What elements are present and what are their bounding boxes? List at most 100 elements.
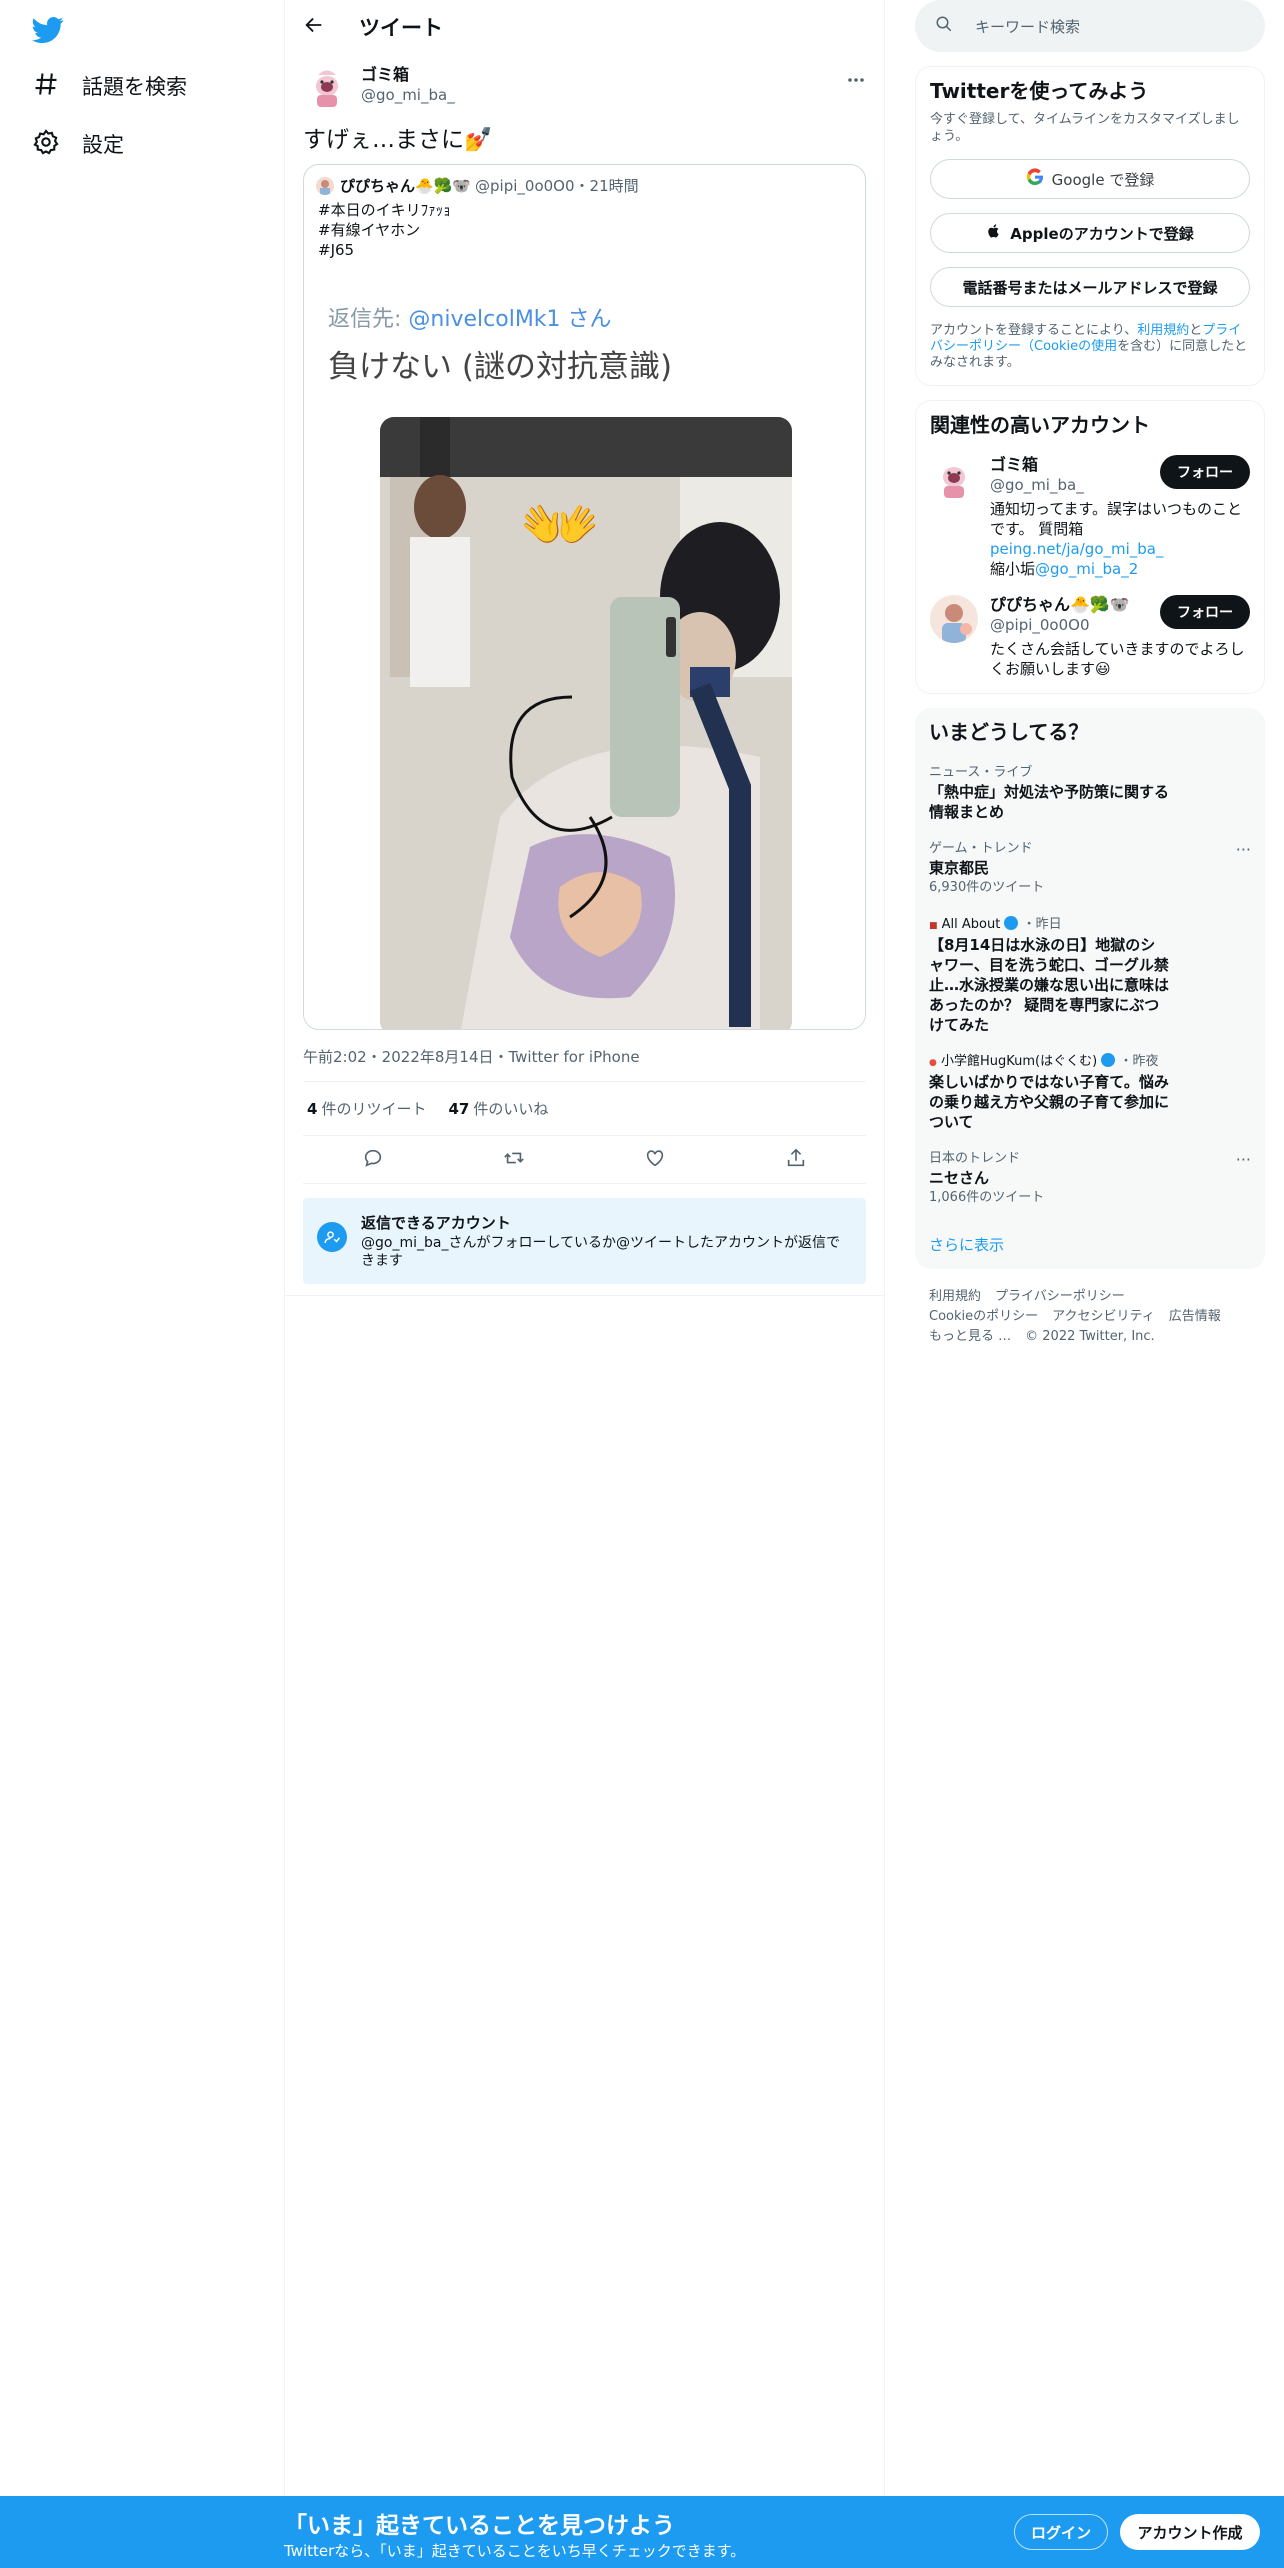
quoted-tweet[interactable]: ぴぴちゃん🐣🥦🐨 @pipi_0o0O0 ・ 21時間 #本日のイキリﾌｧｯｮ … [303,164,866,1030]
trend-count: 6,930件のツイート [929,880,1045,895]
footer-link[interactable]: アクセシビリティ [1052,1309,1155,1324]
mention-icon [317,1222,347,1252]
tweet-actions [303,1136,866,1184]
bottom-signup-bar: 「いま」起きていることを見つけよう Twitterなら、「いま」起きていることを… [0,2496,1284,2568]
footer-links: 利用規約 プライバシーポリシー Cookieのポリシー アクセシビリティ 広告情報 も… [915,1287,1265,1347]
quote-line: #J65 [318,241,355,259]
account-item[interactable]: ゴミ箱 @go_mi_ba_ 通知切ってます。誤字はいつものことです。 質問箱p… [930,455,1250,579]
like-icon[interactable] [644,1147,666,1173]
quote-author-name: ぴぴちゃん🐣🥦🐨 [340,177,472,195]
google-signup-button[interactable]: Google で登録 [930,159,1250,199]
phone-signup-button[interactable]: 電話番号またはメールアドレスで登録 [930,267,1250,307]
search-icon [935,15,953,37]
trend-source: ■ All About ・昨日 [929,916,1062,932]
trend-item[interactable]: ● 小学館HugKum(はぐくむ) ・昨夜 楽しいばかりではない子育て。悩みの乗… [929,1053,1251,1132]
footer-more-link[interactable]: もっと見る … [929,1329,1011,1344]
left-navigation: 話題を検索 設定 [0,0,285,2500]
more-options-icon[interactable] [846,70,866,90]
trend-title: 【8月14日は水泳の日】地獄のシャワー、目を洗う蛇口、ゴーグル禁止…水泳授業の嫌… [929,936,1170,1034]
phone-signup-label: 電話番号またはメールアドレスで登録 [962,278,1218,297]
trend-item[interactable]: 日本のトレンド ニセさん 1,066件のツイート ··· [929,1150,1251,1208]
retweet-icon[interactable] [503,1147,525,1173]
account-bio: たくさん会話していきますのでよろしくお願いします😃 [990,640,1245,678]
author-handle[interactable]: @go_mi_ba_ [361,85,455,106]
google-signup-label: Google で登録 [1051,170,1155,189]
more-options-icon[interactable]: ··· [1236,840,1251,859]
more-options-icon[interactable]: ··· [1236,1150,1251,1169]
account-bio: 通知切ってます。誤字はいつものことです。 質問箱peing.net/ja/go_… [990,500,1243,578]
trend-item[interactable]: ■ All About ・昨日 【8月14日は水泳の日】地獄のシャワー、目を洗う… [929,916,1251,1035]
quote-text: #本日のイキリﾌｧｯｮ #有線イヤホン #J65 [304,196,865,266]
svg-text:👐: 👐 [520,489,600,563]
nav-item-settings[interactable]: 設定 [32,124,124,164]
nav-item-label: 設定 [82,133,124,157]
trend-item[interactable]: ゲーム・トレンド 東京都民 6,930件のツイート ··· [929,840,1251,898]
author-name[interactable]: ゴミ箱 [361,64,455,85]
source-logo-icon: ● [929,1058,937,1068]
main-column: ツイート ゴミ箱 @go_mi_ba_ すげぇ…まさに💅 ぴぴちゃん🐣🥦🐨 @p… [285,0,885,2500]
reply-restriction-box: 返信できるアカウント @go_mi_ba_さんがフォローしているか@ツイートした… [303,1198,866,1284]
reply-icon[interactable] [362,1147,384,1173]
footer-link[interactable]: 広告情報 [1169,1309,1221,1324]
main-header: ツイート [285,0,884,54]
signup-panel: Twitterを使ってみよう 今すぐ登録して、タイムラインをカスタマイズしましょ… [915,66,1265,386]
trends-panel: いまどうしてる？ ニュース・ライブ 「熱中症」対処法や予防策に関する情報まとめ … [915,708,1265,1269]
signup-desc: 今すぐ登録して、タイムラインをカスタマイズしましょう。 [930,112,1240,144]
reply-box-title: 返信できるアカウント [361,1214,511,1232]
login-button[interactable]: ログイン [1014,2514,1108,2550]
trend-title: 東京都民 [929,859,990,877]
signup-legal: アカウントを登録することにより、利用規約とプライバシーポリシー（Cookieの使… [930,323,1248,370]
source-logo-icon: ■ [929,921,938,931]
nav-item-explore[interactable]: 話題を検索 [32,66,187,106]
share-icon[interactable] [785,1147,807,1173]
search-input[interactable]: キーワード検索 [915,0,1265,52]
reply-box-text: @go_mi_ba_さんがフォローしているか@ツイートしたアカウントが返信できま… [361,1235,841,1269]
follow-button[interactable]: フォロー [1160,455,1250,489]
related-accounts-panel: 関連性の高いアカウント ゴミ箱 @go_mi_ba_ 通知切ってます。誤字はいつ… [915,400,1265,694]
page-title: ツイート [359,16,443,40]
retweets-stat[interactable]: 4 件のリツイート [307,1098,426,1119]
trend-source: ● 小学館HugKum(はぐくむ) ・昨夜 [929,1053,1159,1069]
trend-category: 日本のトレンド [929,1151,1021,1166]
trend-title: ニセさん [929,1169,990,1187]
nav-item-label: 話題を検索 [82,75,187,99]
bio-link[interactable]: peing.net/ja/go_mi_ba_ [990,540,1164,558]
apple-signup-button[interactable]: Appleのアカウントで登録 [930,213,1250,253]
tweet-stats: 4 件のリツイート 47 件のいいね [303,1082,866,1136]
apple-signup-label: Appleのアカウントで登録 [1010,224,1194,243]
arrow-left-icon[interactable] [303,14,325,40]
cookie-link[interactable]: （Cookieの使用 [1021,339,1117,354]
footer-link[interactable]: プライバシーポリシー [995,1289,1125,1304]
twitter-bird-icon[interactable] [32,14,64,46]
bio-mention-link[interactable]: @go_mi_ba_2 [1035,560,1138,578]
quote-image[interactable]: 返信先: @nivelcolMk1 さん 負けない (謎の対抗意識) 👐 [304,277,865,1029]
create-account-button[interactable]: アカウント作成 [1120,2514,1260,2550]
trend-category: ニュース・ライブ [929,765,1033,780]
trend-count: 1,066件のツイート [929,1190,1045,1205]
account-item[interactable]: ぴぴちゃん🐣🥦🐨 @pipi_0o0O0 たくさん会話していきますのでよろしくお… [930,595,1250,679]
apple-icon [986,223,1002,243]
image-reply-line: 返信先: @nivelcolMk1 さん [328,307,612,332]
avatar [930,595,978,643]
trend-title: 「熱中症」対処法や予防策に関する情報まとめ [929,783,1170,821]
google-icon [1026,168,1044,190]
quote-avatar [316,176,334,195]
tweet: ゴミ箱 @go_mi_ba_ すげぇ…まさに💅 ぴぴちゃん🐣🥦🐨 @pipi_0… [285,54,884,1284]
trends-title: いまどうしてる？ [929,720,1089,744]
divider [285,1295,885,1296]
likes-stat[interactable]: 47 件のいいね [448,1098,548,1119]
copyright: © 2022 Twitter, Inc. [1025,1329,1155,1344]
tweet-meta: 午前2:02・2022年8月14日・Twitter for iPhone [303,1030,866,1082]
show-more-link[interactable]: さらに表示 [929,1234,1251,1255]
trend-item[interactable]: ニュース・ライブ 「熱中症」対処法や予防策に関する情報まとめ [929,764,1251,822]
mirror-selfie-photo: 👐 [380,417,792,1029]
related-title: 関連性の高いアカウント [930,413,1150,437]
follow-button[interactable]: フォロー [1160,595,1250,629]
trend-title: 楽しいばかりではない子育て。悩みの乗り越え方や父親の子育て参加について [929,1073,1170,1131]
verified-badge-icon [1004,916,1019,930]
footer-link[interactable]: Cookieのポリシー [929,1309,1038,1324]
avatar[interactable] [303,64,351,112]
footer-link[interactable]: 利用規約 [929,1289,981,1304]
gear-icon [32,128,60,161]
terms-link[interactable]: 利用規約 [1137,323,1189,338]
